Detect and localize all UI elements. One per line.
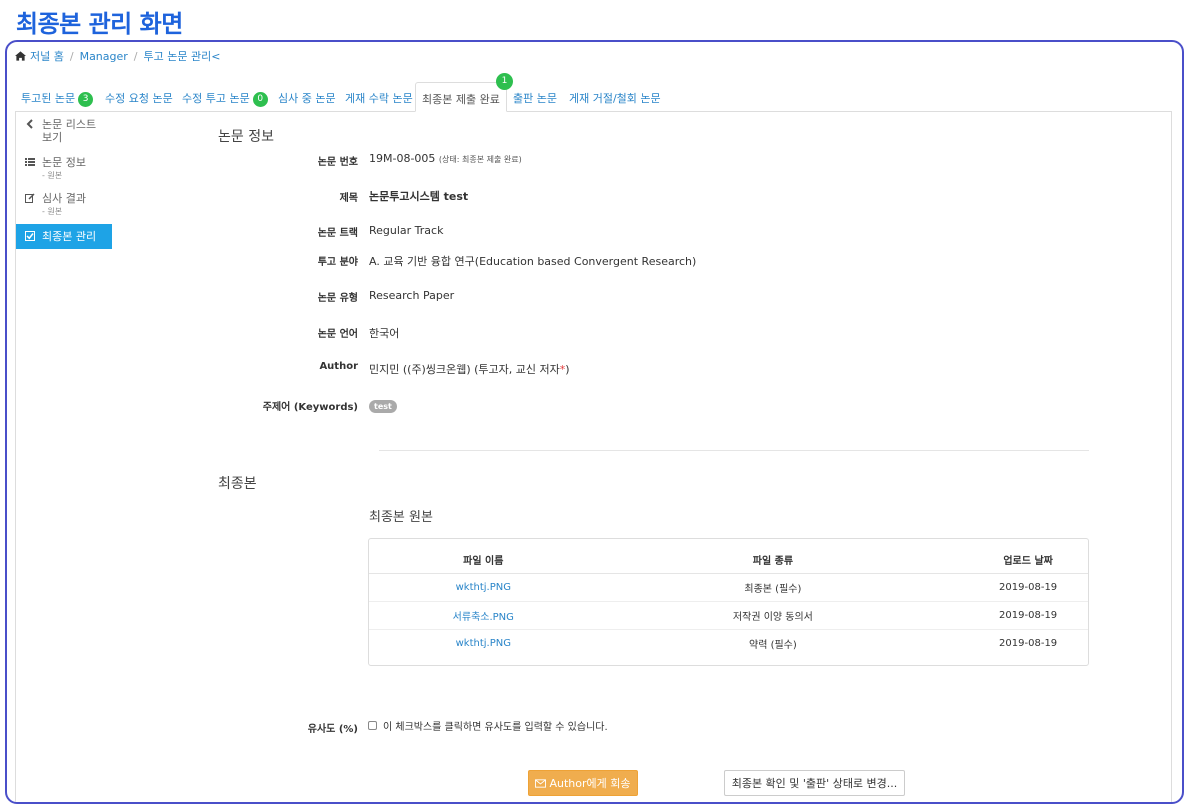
paper-type-value: Research Paper — [369, 289, 455, 302]
sidebar-item-sublabel: - 원본 — [42, 207, 63, 216]
file-type-cell: 저작권 이양 동의서 — [568, 601, 978, 630]
section-divider — [379, 450, 1089, 451]
column-header-file-type: 파일 종류 — [568, 539, 978, 574]
tab-submitted[interactable]: 투고된 논문 3 — [15, 82, 99, 112]
sidebar-item-review-result[interactable]: 심사 결과 - 원본 — [16, 188, 112, 222]
list-icon — [25, 158, 35, 166]
final-files-table-card: 파일 이름 파일 종류 업로드 날짜 wkthtj.PNG 최종본 (필수) 2… — [368, 538, 1089, 666]
tab-published[interactable]: 출판 논문 — [507, 82, 563, 112]
submission-field-label: 투고 분야 — [317, 257, 358, 268]
paper-track-label: 논문 트랙 — [317, 228, 358, 239]
file-type-cell: 최종본 (필수) — [568, 573, 978, 602]
tab-count-badge: 1 — [496, 73, 513, 90]
column-header-file-name: 파일 이름 — [369, 539, 569, 574]
tab-label: 투고된 논문 — [21, 92, 76, 105]
paper-number-value: 19M-08-005 (상태: 최종본 제출 완료) — [369, 152, 522, 165]
tab-label: 게재 거절/철회 논문 — [569, 92, 661, 105]
home-icon — [15, 51, 26, 61]
author-label: Author — [319, 361, 358, 372]
breadcrumb-separator: / — [133, 49, 138, 63]
breadcrumb-home-link[interactable]: 저널 홈 — [30, 48, 64, 64]
sidebar-item-label: 최종본 관리 — [42, 230, 97, 243]
page-heading: 최종본 관리 화면 — [16, 10, 183, 38]
column-header-upload-date: 업로드 날짜 — [977, 539, 1088, 574]
file-name-link[interactable]: wkthtj.PNG — [369, 573, 569, 602]
final-files-table: 파일 이름 파일 종류 업로드 날짜 wkthtj.PNG 최종본 (필수) 2… — [369, 539, 1088, 657]
sidebar-item-label-line2: 보기 — [42, 131, 63, 144]
tab-label: 수정 요청 논문 — [105, 92, 173, 105]
keywords-label: 주제어 (Keywords) — [262, 402, 358, 413]
paper-language-label: 논문 언어 — [317, 329, 358, 340]
tab-label: 출판 논문 — [513, 92, 557, 105]
paper-status: (상태: 최종본 제출 완료) — [438, 155, 522, 164]
edit-icon — [25, 193, 35, 203]
keywords-value: test — [369, 399, 397, 413]
sidebar-item-sublabel: - 원본 — [42, 171, 63, 180]
tab-under-review[interactable]: 심사 중 논문 — [272, 82, 342, 112]
chevron-left-icon — [26, 119, 33, 129]
breadcrumb-separator: / — [69, 49, 74, 63]
envelope-icon — [535, 778, 547, 788]
breadcrumb-manager-link[interactable]: Manager — [80, 50, 128, 63]
confirm-publish-button[interactable]: 최종본 확인 및 '출판' 상태로 변경... — [724, 770, 905, 796]
sidebar-item-paper-info[interactable]: 논문 정보 - 원본 — [16, 152, 112, 186]
upload-date-cell: 2019-08-19 — [999, 637, 1058, 649]
breadcrumb: 저널 홈 / Manager / 투고 논문 관리< — [15, 48, 220, 64]
tab-label: 게재 수락 논문 — [345, 92, 413, 105]
similarity-checkbox[interactable] — [368, 721, 377, 730]
return-to-author-button[interactable]: Author에게 회송 — [528, 770, 638, 796]
table-row: wkthtj.PNG 최종본 (필수) 2019-08-19 — [369, 573, 1088, 602]
paper-title-label: 제목 — [339, 193, 358, 204]
tab-accepted[interactable]: 게재 수락 논문 — [339, 82, 419, 112]
paper-info-title: 논문 정보 — [218, 129, 274, 145]
tab-final-submitted[interactable]: 최종본 제출 완료 — [415, 82, 507, 112]
author-value: 민지민 ((주)씽크온웹) (투고자, 교신 저자*) — [369, 361, 570, 377]
upload-date-cell: 2019-08-19 — [977, 573, 1088, 602]
sidebar-item-label: 논문 리스트 — [42, 118, 97, 131]
sidebar-item-paper-list[interactable]: 논문 리스트 보기 — [16, 114, 112, 148]
paper-number-label: 논문 번호 — [317, 157, 358, 168]
tab-count-badge: 3 — [78, 92, 94, 107]
paper-language-value: 한국어 — [369, 327, 400, 340]
confirm-button-label: 최종본 확인 및 '출판' 상태로 변경... — [731, 777, 898, 790]
table-row: 서류축소.PNG 저작권 이양 동의서 2019-08-19 — [369, 601, 1088, 630]
file-name-link[interactable]: wkthtj.PNG — [369, 629, 569, 657]
sidebar-item-label: 심사 결과 — [42, 192, 86, 205]
final-original-subtitle: 최종본 원본 — [369, 510, 433, 525]
submission-field-value: A. 교육 기반 융합 연구(Education based Convergen… — [369, 255, 697, 268]
table-row: wkthtj.PNG 약력 (필수) 2019-08-19 — [369, 629, 1088, 657]
sidebar-item-label: 논문 정보 — [42, 156, 86, 169]
author-name: 민지민 ((주)씽크온웹) (투고자, 교신 저자 — [369, 363, 560, 376]
tab-rejected-withdrawn[interactable]: 게재 거절/철회 논문 — [563, 82, 667, 112]
content-panel: 논문 리스트 보기 논문 정보 - 원본 심사 결과 - 원본 최종본 관리 논… — [15, 112, 1172, 802]
return-button-label: Author에게 회송 — [549, 777, 631, 790]
check-square-icon — [25, 231, 35, 241]
file-type-cell: 약력 (필수) — [749, 639, 797, 651]
similarity-checkbox-text: 이 체크박스를 클릭하면 유사도를 입력할 수 있습니다. — [383, 722, 608, 733]
status-tabs: 투고된 논문 3 수정 요청 논문 수정 투고 논문 0 심사 중 논문 게재 수락… — [15, 82, 1172, 112]
paper-type-label: 논문 유형 — [317, 293, 358, 304]
paper-number: 19M-08-005 — [369, 152, 436, 165]
tab-label: 최종본 제출 완료 — [422, 93, 500, 106]
tab-revision-requested[interactable]: 수정 요청 논문 — [99, 82, 179, 112]
author-close-paren: ) — [565, 363, 570, 376]
file-name-link[interactable]: 서류축소.PNG — [369, 601, 569, 630]
paper-title-value: 논문투고시스템 test — [369, 190, 469, 203]
similarity-label: 유사도 (%) — [307, 724, 358, 735]
table-header-row: 파일 이름 파일 종류 업로드 날짜 — [369, 539, 1088, 574]
upload-date-cell: 2019-08-19 — [977, 601, 1088, 630]
tab-label: 심사 중 논문 — [278, 92, 336, 105]
tab-count-badge: 0 — [252, 92, 268, 107]
sidebar-item-final-management[interactable]: 최종본 관리 — [16, 224, 112, 249]
app-frame: 저널 홈 / Manager / 투고 논문 관리< 투고된 논문 3 수정 요청… — [5, 40, 1184, 804]
tab-revised-submitted[interactable]: 수정 투고 논문 0 — [176, 82, 274, 112]
breadcrumb-current-link[interactable]: 투고 논문 관리< — [144, 48, 221, 64]
tab-label: 수정 투고 논문 — [182, 92, 250, 105]
paper-track-value: Regular Track — [369, 224, 444, 237]
final-section-title: 최종본 — [218, 476, 257, 492]
similarity-checkbox-row: 이 체크박스를 클릭하면 유사도를 입력할 수 있습니다. — [368, 718, 608, 733]
sidebar-nav: 논문 리스트 보기 논문 정보 - 원본 심사 결과 - 원본 최종본 관리 — [16, 112, 112, 249]
keyword-tag: test — [369, 400, 397, 413]
